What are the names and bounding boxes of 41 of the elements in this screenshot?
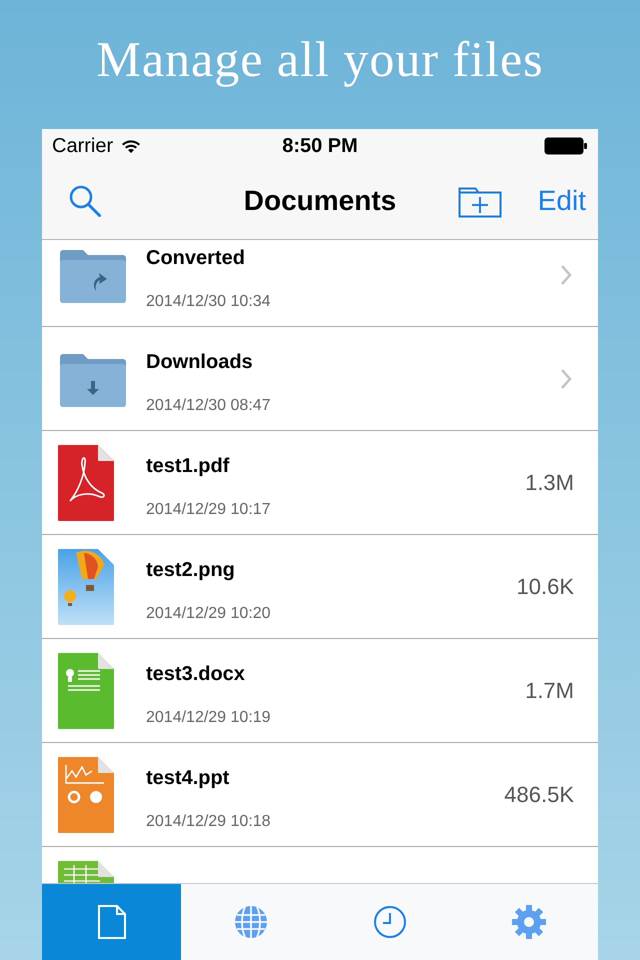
file-size: 1.3M: [525, 470, 574, 496]
tab-button[interactable]: [42, 884, 181, 960]
globe-icon: [234, 905, 268, 939]
file-date: 2014/12/29 10:18: [146, 812, 271, 830]
file-date: 2014/12/30 08:47: [146, 396, 271, 414]
file-name: Converted: [146, 246, 245, 270]
file-row[interactable]: test4.ppt 2014/12/29 10:18 486.5K: [42, 743, 598, 847]
file-row[interactable]: test3.docx 2014/12/29 10:19 1.7M: [42, 639, 598, 743]
status-time: 8:50 PM: [282, 134, 358, 158]
chevron-icon: [560, 264, 572, 286]
document-file-icon: [58, 652, 114, 728]
file-name: Downloads: [146, 350, 253, 374]
nav-title: Documents: [244, 185, 396, 217]
document-file-icon: [58, 756, 114, 832]
file-size: 10.6K: [516, 574, 574, 600]
search-icon[interactable]: [68, 184, 102, 218]
clock-icon: [372, 905, 406, 939]
battery-icon: [544, 137, 588, 155]
file-date: 2014/12/29 10:17: [146, 500, 271, 518]
document-file-icon: [58, 444, 114, 520]
file-date: 2014/12/30 10:34: [146, 292, 271, 310]
file-date: 2014/12/29 10:19: [146, 708, 271, 726]
image-file-icon: [58, 548, 114, 624]
file-size: 1.7M: [525, 678, 574, 704]
headline: Manage all your files: [96, 30, 544, 89]
file-name: test1.pdf: [146, 454, 230, 478]
edit-button[interactable]: Edit: [538, 185, 586, 217]
file-row[interactable]: Downloads 2014/12/30 08:47: [42, 327, 598, 431]
file-row[interactable]: Converted 2014/12/30 10:34: [42, 240, 598, 327]
carrier-label: Carrier: [52, 134, 114, 158]
wifi-icon: [121, 139, 142, 153]
file-name: test2.png: [146, 558, 235, 582]
file-row[interactable]: test1.pdf 2014/12/29 10:17 1.3M: [42, 431, 598, 535]
file-name: test3.docx: [146, 662, 245, 686]
file-date: 2014/12/29 10:20: [146, 604, 271, 622]
file-size: 486.5K: [504, 782, 574, 808]
file-row[interactable]: test2.png 2014/12/29 10:20 10.6K: [42, 535, 598, 639]
settings-icon: [512, 905, 546, 939]
document-icon: [96, 905, 126, 939]
chevron-icon: [560, 368, 572, 390]
file-name: test4.ppt: [146, 766, 230, 790]
